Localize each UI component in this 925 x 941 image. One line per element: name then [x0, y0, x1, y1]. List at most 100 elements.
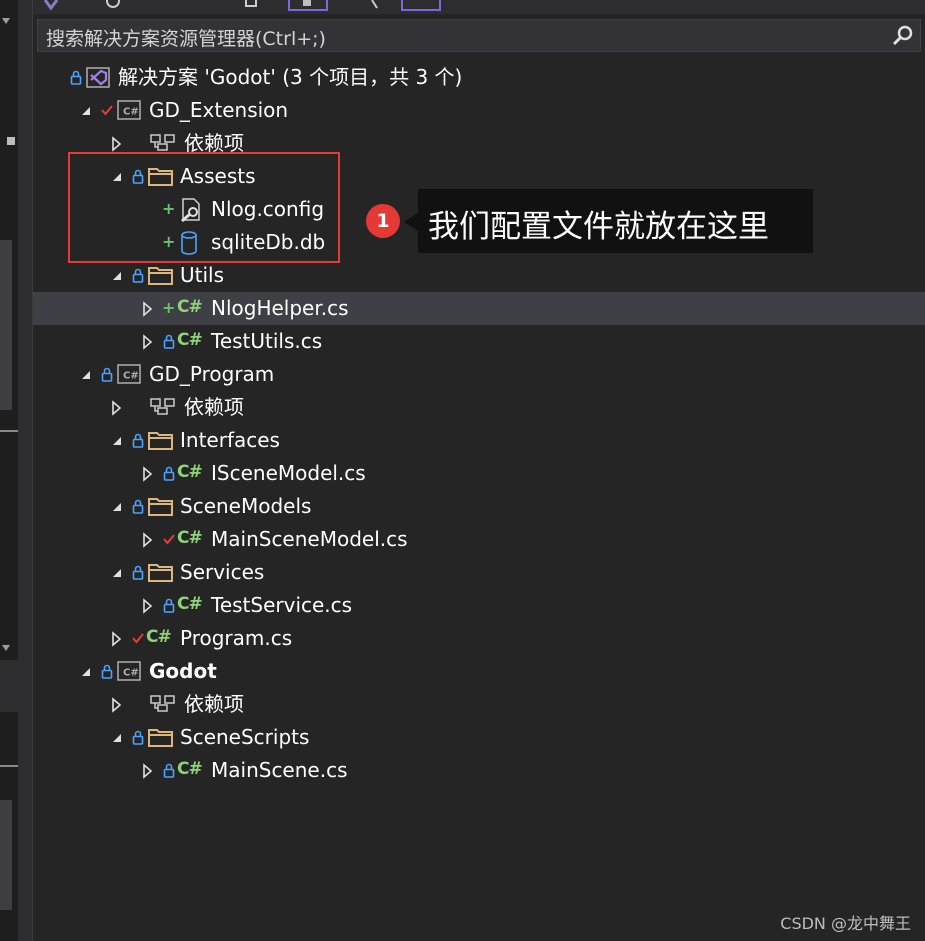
- collapsed-arrow-icon[interactable]: [141, 598, 155, 614]
- collapsed-arrow-icon[interactable]: [110, 631, 124, 647]
- tree-item-label: 依赖项: [184, 395, 244, 419]
- expanded-arrow-icon[interactable]: [79, 103, 93, 119]
- tree-item-project[interactable]: C# GD_Extension: [33, 94, 925, 127]
- left-scroll-arrow-icon[interactable]: [2, 18, 10, 24]
- left-square-icon: [7, 137, 15, 145]
- svg-text:C#: C#: [123, 371, 139, 382]
- check-icon: [132, 633, 144, 644]
- watermark: CSDN @龙中舞王: [780, 914, 911, 933]
- csharp-project-icon: C#: [117, 661, 141, 681]
- tree-item-folder[interactable]: SceneScripts: [33, 721, 925, 754]
- lock-icon: [132, 730, 144, 745]
- lock-icon: [163, 466, 175, 481]
- dependencies-icon: [150, 134, 175, 151]
- lock-icon: [132, 565, 144, 580]
- properties-icon[interactable]: [369, 0, 381, 12]
- expanded-arrow-icon[interactable]: [110, 565, 124, 581]
- left-scroll-down-icon[interactable]: [2, 645, 10, 651]
- tree-item-label: 依赖项: [184, 692, 244, 716]
- lock-icon: [101, 367, 113, 382]
- lock-icon: [132, 433, 144, 448]
- search-input[interactable]: 搜索解决方案资源管理器(Ctrl+;): [46, 24, 326, 51]
- callout-arrow: [404, 213, 418, 231]
- folder-icon: [148, 267, 173, 285]
- collapsed-arrow-icon[interactable]: [110, 697, 124, 713]
- tree-item-cs[interactable]: C# ISceneModel.cs: [33, 457, 925, 490]
- check-icon: [163, 534, 175, 545]
- expanded-arrow-icon[interactable]: [110, 433, 124, 449]
- folder-icon: [148, 729, 173, 747]
- expanded-arrow-icon[interactable]: [110, 268, 124, 284]
- added-icon: +: [162, 298, 176, 317]
- folder-icon: [148, 564, 173, 582]
- annotation-number-badge: 1: [366, 204, 400, 238]
- left-divider-lower: [0, 765, 18, 767]
- history-icon[interactable]: [105, 0, 121, 12]
- collapsed-arrow-icon[interactable]: [110, 136, 124, 152]
- csharp-project-icon: C#: [117, 100, 141, 120]
- tree-item-label: Utils: [180, 263, 225, 287]
- tree-item-cs[interactable]: C# Program.cs: [33, 622, 925, 655]
- expanded-arrow-icon[interactable]: [79, 367, 93, 383]
- highlight-box: [68, 152, 340, 263]
- tree-item-cs[interactable]: + C# NlogHelper.cs: [33, 292, 925, 325]
- preview-toggle-icon[interactable]: [401, 0, 441, 12]
- search-bar[interactable]: 搜索解决方案资源管理器(Ctrl+;): [37, 19, 921, 52]
- expanded-arrow-icon[interactable]: [79, 664, 93, 680]
- check-icon: [101, 105, 113, 116]
- collapsed-arrow-icon[interactable]: [141, 763, 155, 779]
- tree-item-cs[interactable]: C# TestUtils.cs: [33, 325, 925, 358]
- expanded-arrow-icon[interactable]: [110, 499, 124, 515]
- tree-item-label: Services: [180, 560, 265, 584]
- collapsed-arrow-icon[interactable]: [110, 400, 124, 416]
- tree-item-cs[interactable]: C# MainScene.cs: [33, 754, 925, 787]
- tree-item-label: Program.cs: [180, 626, 293, 650]
- tree-item-cs[interactable]: C# MainSceneModel.cs: [33, 523, 925, 556]
- tree-item-label: ISceneModel.cs: [211, 461, 366, 485]
- collapsed-arrow-icon[interactable]: [141, 334, 155, 350]
- tree-item-folder[interactable]: Services: [33, 556, 925, 589]
- lock-icon: [132, 499, 144, 514]
- collapsed-arrow-icon[interactable]: [141, 301, 155, 317]
- tree-item-folder[interactable]: Interfaces: [33, 424, 925, 457]
- tree-item-label: TestService.cs: [211, 593, 353, 617]
- svg-text:C#: C#: [123, 668, 139, 679]
- tree-item-deps[interactable]: 依赖项: [33, 688, 925, 721]
- left-scrollbar-thumb-lower[interactable]: [0, 800, 12, 910]
- tree-item-label: NlogHelper.cs: [211, 296, 349, 320]
- lock-icon: [132, 268, 144, 283]
- tree-item-label: Interfaces: [180, 428, 280, 452]
- tree-item-label: GD_Program: [149, 362, 275, 386]
- tree-item-label: MainScene.cs: [211, 758, 348, 782]
- expanded-arrow-icon[interactable]: [110, 730, 124, 746]
- tree-item-label: 解决方案 'Godot' (3 个项目，共 3 个): [118, 65, 463, 89]
- pending-changes-icon[interactable]: [243, 0, 259, 12]
- left-scrollbar-thumb[interactable]: [0, 240, 12, 410]
- collapsed-arrow-icon[interactable]: [141, 466, 155, 482]
- tree-item-label: SceneModels: [180, 494, 312, 518]
- tree-item-deps[interactable]: 依赖项: [33, 391, 925, 424]
- csharp-project-icon: C#: [117, 364, 141, 384]
- solution-icon: [86, 67, 110, 88]
- left-panel-strip: ✕: [0, 0, 33, 941]
- left-divider: [0, 430, 18, 432]
- dependencies-icon: [150, 398, 175, 415]
- vs-logo-icon[interactable]: [43, 0, 59, 12]
- tree-item-label: MainSceneModel.cs: [211, 527, 408, 551]
- toolbar: [33, 0, 925, 14]
- lock-icon: [70, 70, 82, 85]
- tree-item-solution[interactable]: 解决方案 'Godot' (3 个项目，共 3 个): [33, 61, 925, 94]
- tree-item-folder[interactable]: SceneModels: [33, 490, 925, 523]
- collapsed-arrow-icon[interactable]: [141, 532, 155, 548]
- lock-icon: [101, 664, 113, 679]
- tree-item-label: Godot: [149, 659, 217, 683]
- sync-view-icon[interactable]: [288, 0, 328, 12]
- tree-item-project[interactable]: C# Godot: [33, 655, 925, 688]
- annotation-text: 我们配置文件就放在这里: [428, 209, 769, 245]
- lock-icon: [163, 598, 175, 613]
- tree-item-folder[interactable]: Utils: [33, 259, 925, 292]
- search-icon[interactable]: [892, 25, 914, 47]
- folder-icon: [148, 432, 173, 450]
- tree-item-cs[interactable]: C# TestService.cs: [33, 589, 925, 622]
- tree-item-project[interactable]: C# GD_Program: [33, 358, 925, 391]
